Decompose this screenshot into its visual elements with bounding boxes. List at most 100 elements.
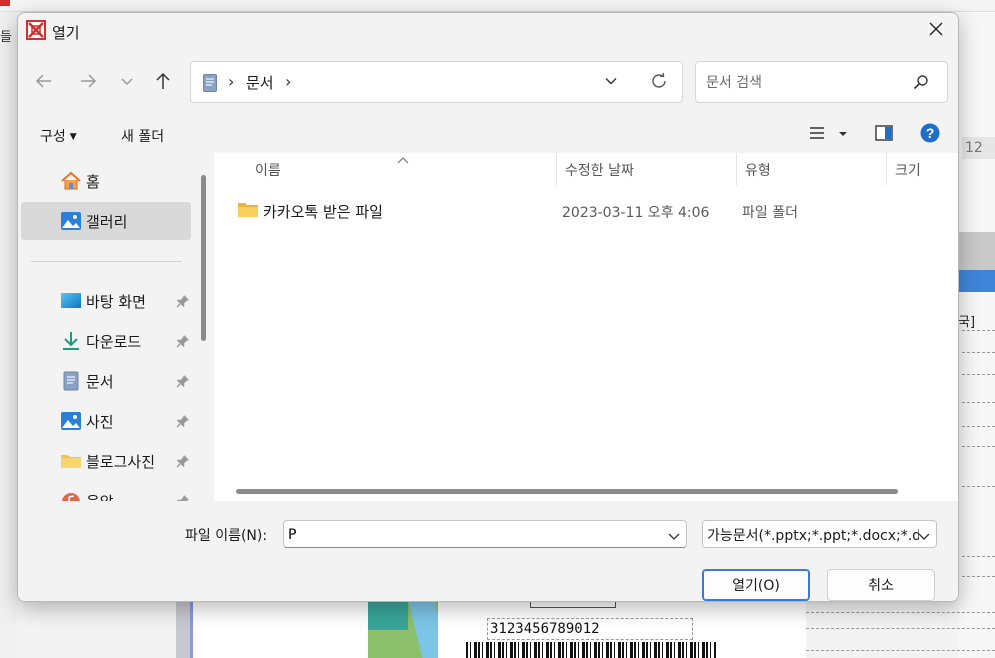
- help-button[interactable]: ?: [919, 123, 941, 147]
- close-icon: [929, 22, 943, 40]
- chevron-down-icon: [918, 529, 930, 545]
- sidebar-item-label: 홈: [86, 173, 100, 191]
- cancel-button[interactable]: 취소: [827, 569, 935, 601]
- help-icon: ?: [920, 123, 940, 147]
- sort-ascending-icon: [397, 153, 409, 169]
- sidebar-item-music[interactable]: 음악: [21, 482, 191, 501]
- sidebar-item-pictures[interactable]: 사진: [21, 402, 191, 440]
- open-button[interactable]: 열기(O): [702, 569, 810, 601]
- search-input[interactable]: [706, 72, 906, 94]
- horizontal-scrollbar[interactable]: [236, 489, 898, 494]
- bg-canvas-border: [190, 600, 193, 658]
- refresh-icon: [650, 72, 668, 94]
- file-type-select[interactable]: 가능문서(*.pptx;*.ppt;*.docx;*.doc: [702, 520, 937, 548]
- file-type-value: 가능문서(*.pptx;*.ppt;*.docx;*.doc: [707, 528, 919, 544]
- bg-dashed-line: [962, 556, 995, 557]
- chevron-down-icon: [604, 74, 618, 92]
- column-separator[interactable]: [736, 153, 737, 185]
- arrow-left-icon: [35, 72, 53, 94]
- bg-number-cell: 12: [962, 137, 995, 159]
- filename-combobox[interactable]: [283, 520, 687, 548]
- preview-pane-button[interactable]: [873, 125, 895, 145]
- open-file-dialog: 열기 › 문서 › 문서 검색 구성 ▼ 새 폴더 ? 홈 갤러리 바탕 화면 …: [17, 12, 959, 602]
- sidebar-item-documents[interactable]: 문서: [21, 362, 191, 400]
- pictures-icon: [60, 411, 82, 431]
- bg-dashed-line: [962, 352, 995, 353]
- preview-pane-icon: [875, 125, 893, 145]
- sidebar-item-label: 문서: [86, 373, 114, 391]
- sidebar-scrollbar[interactable]: [201, 175, 206, 341]
- bg-chart-fragment: [368, 600, 438, 658]
- bg-dashed-line: [962, 446, 995, 447]
- bg-dashed-line: [806, 650, 995, 651]
- up-button[interactable]: [149, 69, 177, 97]
- breadcrumb-documents[interactable]: 문서: [246, 72, 274, 93]
- pin-icon[interactable]: [176, 294, 190, 308]
- desktop-icon: [60, 291, 82, 311]
- view-options-dropdown[interactable]: [832, 125, 854, 145]
- forward-button[interactable]: [74, 69, 102, 97]
- bg-gray-band: [958, 232, 995, 270]
- bg-dashed-line: [962, 374, 995, 375]
- column-separator[interactable]: [556, 153, 557, 185]
- column-header-modified[interactable]: 수정한 날짜: [565, 160, 634, 180]
- pin-icon[interactable]: [176, 414, 190, 428]
- close-button[interactable]: [914, 13, 958, 49]
- column-header-size[interactable]: 크기: [895, 160, 921, 180]
- folder-icon: [60, 451, 82, 471]
- column-separator[interactable]: [886, 153, 887, 185]
- organize-menu[interactable]: 구성 ▼: [40, 126, 77, 146]
- home-icon: [60, 171, 82, 191]
- sidebar-item-label: 갤러리: [86, 213, 128, 231]
- bg-right-panel: [958, 12, 995, 658]
- bg-dashed-line: [806, 612, 995, 613]
- sidebar-item-label: 블로그사진: [86, 453, 156, 471]
- sidebar-item-gallery[interactable]: 갤러리: [21, 202, 191, 240]
- title-bar: 열기: [18, 13, 958, 49]
- sidebar-item-downloads[interactable]: 다운로드: [21, 322, 191, 360]
- refresh-button[interactable]: [646, 71, 672, 95]
- gallery-icon: [60, 211, 82, 231]
- bg-left-strip: [0, 12, 17, 658]
- filename-label: 파일 이름(N):: [185, 528, 268, 544]
- sidebar-item-label: 다운로드: [86, 333, 142, 351]
- bg-dashed-line: [806, 628, 995, 629]
- view-options-button[interactable]: [806, 125, 828, 145]
- pin-icon[interactable]: [176, 334, 190, 348]
- pin-icon[interactable]: [176, 374, 190, 388]
- file-row[interactable]: 카카오톡 받은 파일 2023-03-11 오후 4:06 파일 폴더: [218, 195, 948, 227]
- breadcrumb-separator[interactable]: ›: [285, 72, 291, 91]
- address-bar[interactable]: › 문서 ›: [190, 61, 683, 103]
- arrow-up-icon: [154, 72, 172, 94]
- pin-icon[interactable]: [176, 454, 190, 468]
- filename-input[interactable]: [288, 525, 648, 544]
- bg-top-bar: [0, 0, 995, 12]
- search-icon[interactable]: [913, 74, 929, 94]
- bg-red-mark: [0, 0, 10, 6]
- column-header-name[interactable]: 이름: [255, 160, 281, 180]
- bg-dashed-line: [962, 576, 995, 577]
- arrow-right-icon: [79, 72, 97, 94]
- column-header-type[interactable]: 유형: [745, 160, 771, 180]
- organize-label: 구성: [40, 129, 66, 145]
- back-button[interactable]: [30, 69, 58, 97]
- bg-barcode-number: 3123456789012: [487, 618, 693, 640]
- sidebar-item-home[interactable]: 홈: [21, 162, 191, 200]
- chevron-down-icon[interactable]: [668, 529, 680, 545]
- file-type: 파일 폴더: [742, 205, 798, 221]
- recent-locations-button[interactable]: [113, 69, 141, 97]
- app-logo-icon: [26, 20, 46, 40]
- sidebar-item-desktop[interactable]: 바탕 화면: [21, 282, 191, 320]
- address-history-dropdown[interactable]: [599, 73, 623, 93]
- search-box[interactable]: [695, 61, 948, 103]
- sidebar-item-label: 바탕 화면: [86, 293, 146, 311]
- command-bar: 구성 ▼ 새 폴더 ?: [18, 117, 958, 153]
- bg-dashed-line: [962, 402, 995, 403]
- pin-icon[interactable]: [176, 494, 190, 501]
- document-icon: [203, 74, 217, 96]
- svg-text:?: ?: [926, 125, 935, 141]
- bg-blue-band: [958, 270, 995, 292]
- breadcrumb-separator: ›: [228, 72, 235, 91]
- sidebar-item-blog-photos[interactable]: 블로그사진: [21, 442, 191, 480]
- new-folder-button[interactable]: 새 폴더: [121, 126, 164, 146]
